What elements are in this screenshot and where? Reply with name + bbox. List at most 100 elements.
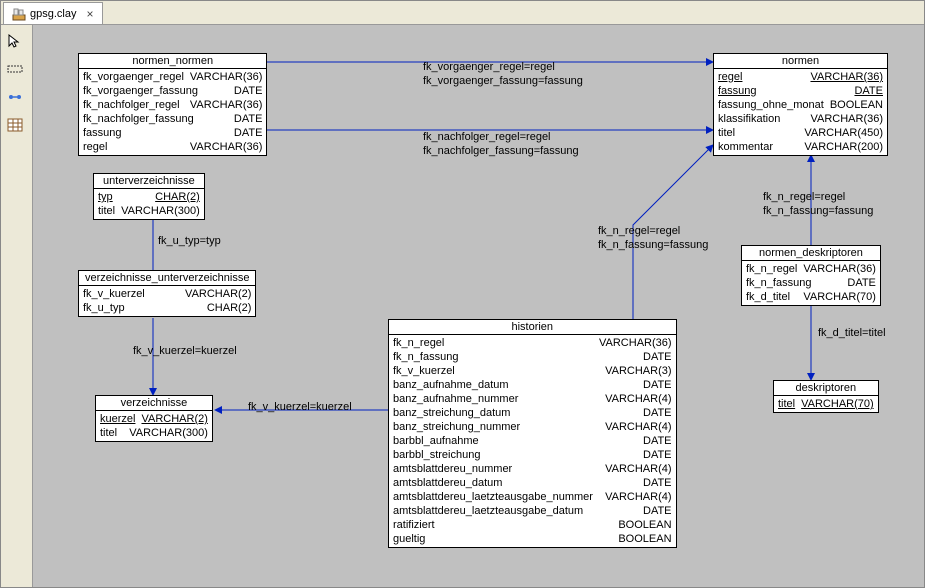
column-type: VARCHAR(36) xyxy=(190,70,263,84)
column-row: fk_d_titel VARCHAR(70) xyxy=(746,290,876,304)
column-row: fk_n_regel VARCHAR(36) xyxy=(746,262,876,276)
entity-title: normen xyxy=(714,54,887,69)
column-row: barbbl_aufnahmeDATE xyxy=(393,434,672,448)
column-name: banz_aufnahme_datum xyxy=(393,378,593,392)
column-row: fk_v_kuerzelVARCHAR(3) xyxy=(393,364,672,378)
column-type: DATE xyxy=(643,350,672,364)
column-type: VARCHAR(200) xyxy=(804,140,883,154)
column-type: VARCHAR(36) xyxy=(803,262,876,276)
column-row: ratifiziertBOOLEAN xyxy=(393,518,672,532)
column-type: VARCHAR(36) xyxy=(599,336,672,350)
column-name: fk_v_kuerzel xyxy=(83,287,145,301)
entity-verzeichnisse[interactable]: verzeichnissekuerzelVARCHAR(2)titelVARCH… xyxy=(95,395,213,442)
column-type: VARCHAR(36) xyxy=(810,112,883,126)
rel-label: fk_u_typ=typ xyxy=(158,235,221,247)
column-name: fk_nachfolger_regel xyxy=(83,98,180,112)
rel-label: fk_nachfolger_regel=regel xyxy=(423,131,551,143)
diagram-canvas[interactable]: fk_vorgaenger_regel=regel fk_vorgaenger_… xyxy=(33,25,924,587)
column-row: amtsblattdereu_nummerVARCHAR(4) xyxy=(393,462,672,476)
column-row: amtsblattdereu_datumDATE xyxy=(393,476,672,490)
column-row: fassung_ohne_monatBOOLEAN xyxy=(718,98,883,112)
column-row: amtsblattdereu_laetzteausgabe_nummer VARC… xyxy=(393,490,672,504)
column-row: banz_streichung_nummerVARCHAR(4) xyxy=(393,420,672,434)
column-row: regelVARCHAR(36) xyxy=(83,140,262,154)
column-type: VARCHAR(36) xyxy=(190,140,263,154)
rel-label: fk_n_fassung=fassung xyxy=(763,205,873,217)
file-tab[interactable]: gpsg.clay × xyxy=(3,2,103,24)
column-type: DATE xyxy=(643,504,672,518)
table-tool[interactable] xyxy=(3,113,27,137)
column-row: titelVARCHAR(300) xyxy=(100,426,208,440)
column-row: barbbl_streichungDATE xyxy=(393,448,672,462)
entity-historien[interactable]: historienfk_n_regelVARCHAR(36)fk_n_fassu… xyxy=(388,319,677,548)
editor-window: gpsg.clay × xyxy=(0,0,925,588)
entity-body: fk_n_regel VARCHAR(36)fk_n_fassungDATEfk_… xyxy=(742,261,880,305)
marquee-tool[interactable] xyxy=(3,57,27,81)
rel-label: fk_vorgaenger_regel=regel xyxy=(423,61,555,73)
rel-label: fk_n_regel=regel xyxy=(598,225,680,237)
column-type: VARCHAR(2) xyxy=(141,412,207,426)
column-name: fassung_ohne_monat xyxy=(718,98,824,112)
column-name: titel xyxy=(778,397,795,411)
entity-body: fk_n_regelVARCHAR(36)fk_n_fassungDATEfk_… xyxy=(389,335,676,547)
column-name: titel xyxy=(100,426,117,440)
column-name: fk_v_kuerzel xyxy=(393,364,593,378)
column-type: DATE xyxy=(234,112,263,126)
column-type: CHAR(2) xyxy=(207,301,252,315)
link-tool[interactable] xyxy=(3,85,27,109)
column-type: VARCHAR(4) xyxy=(605,462,671,476)
column-row: fk_vorgaenger_regel VARCHAR(36) xyxy=(83,70,262,84)
editor-content: fk_vorgaenger_regel=regel fk_vorgaenger_… xyxy=(1,25,924,587)
entity-normen[interactable]: normenregelVARCHAR(36)fassungDATEfassung… xyxy=(713,53,888,156)
column-type: VARCHAR(300) xyxy=(121,204,200,218)
column-name: fk_vorgaenger_regel xyxy=(83,70,184,84)
column-type: VARCHAR(4) xyxy=(605,392,671,406)
entity-verzeichnisse-unterverzeichnisse[interactable]: verzeichnisse_unterverzeichnissefk_v_kue… xyxy=(78,270,256,317)
column-type: VARCHAR(4) xyxy=(605,490,671,504)
column-name: klassifikation xyxy=(718,112,780,126)
column-type: VARCHAR(2) xyxy=(185,287,251,301)
column-name: fk_n_regel xyxy=(393,336,593,350)
column-name: kommentar xyxy=(718,140,773,154)
entity-normen-normen[interactable]: normen_normenfk_vorgaenger_regelVARCHAR(… xyxy=(78,53,267,156)
column-row: fk_v_kuerzel VARCHAR(2) xyxy=(83,287,251,301)
column-name: fk_d_titel xyxy=(746,290,790,304)
column-name: amtsblattdereu_datum xyxy=(393,476,593,490)
column-row: fassungDATE xyxy=(718,84,883,98)
column-row: fk_u_typ CHAR(2) xyxy=(83,301,251,315)
column-name: amtsblattdereu_laetzteausgabe_datum xyxy=(393,504,593,518)
entity-title: deskriptoren xyxy=(774,381,878,396)
column-name: fassung xyxy=(83,126,122,140)
entity-unterverzeichnisse[interactable]: unterverzeichnissetypCHAR(2)titelVARCHAR… xyxy=(93,173,205,220)
column-type: VARCHAR(450) xyxy=(804,126,883,140)
pointer-tool[interactable] xyxy=(3,29,27,53)
entity-body: kuerzelVARCHAR(2)titelVARCHAR(300) xyxy=(96,411,212,441)
close-icon[interactable]: × xyxy=(86,7,93,21)
column-row: fk_n_fassungDATE xyxy=(746,276,876,290)
column-name: amtsblattdereu_laetzteausgabe_nummer xyxy=(393,490,593,504)
column-type: VARCHAR(70) xyxy=(803,290,876,304)
entity-body: fk_vorgaenger_regelVARCHAR(36)fk_vorgaen… xyxy=(79,69,266,155)
rel-label: fk_v_kuerzel=kuerzel xyxy=(133,345,237,357)
entity-normen-deskriptoren[interactable]: normen_deskriptorenfk_n_regelVARCHAR(36)… xyxy=(741,245,881,306)
column-name: fk_u_typ xyxy=(83,301,125,315)
column-type: VARCHAR(70) xyxy=(801,397,874,411)
column-row: fassungDATE xyxy=(83,126,262,140)
column-row: banz_aufnahme_nummerVARCHAR(4) xyxy=(393,392,672,406)
column-row: regelVARCHAR(36) xyxy=(718,70,883,84)
entity-body: fk_v_kuerzel VARCHAR(2) fk_u_typ CHAR(2) xyxy=(79,286,255,316)
column-row: typCHAR(2) xyxy=(98,190,200,204)
entity-title: verzeichnisse xyxy=(96,396,212,411)
column-name: fk_n_regel xyxy=(746,262,797,276)
column-row: titelVARCHAR(450) xyxy=(718,126,883,140)
tab-title: gpsg.clay xyxy=(30,8,76,20)
column-name: regel xyxy=(718,70,742,84)
tab-bar: gpsg.clay × xyxy=(1,1,924,25)
column-row: amtsblattdereu_laetzteausgabe_datum DATE xyxy=(393,504,672,518)
entity-body: typCHAR(2)titelVARCHAR(300) xyxy=(94,189,204,219)
column-type: DATE xyxy=(234,84,263,98)
rel-label: fk_v_kuerzel=kuerzel xyxy=(248,401,352,413)
palette-toolbar xyxy=(1,25,33,587)
column-name: fk_n_fassung xyxy=(746,276,811,290)
entity-deskriptoren[interactable]: deskriptorentitel VARCHAR(70) xyxy=(773,380,879,413)
